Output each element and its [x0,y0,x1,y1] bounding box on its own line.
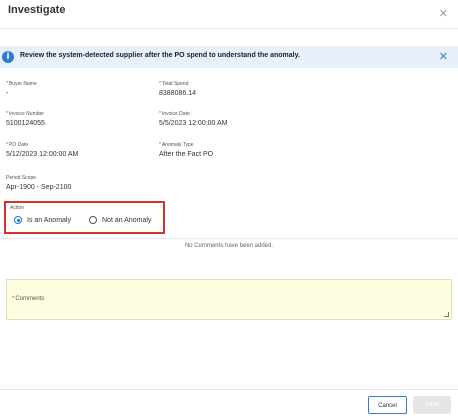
anomaly-type-label: Anomaly Type [161,142,194,148]
comments-textarea[interactable]: *Comments [6,279,452,320]
comments-label: Comments [15,296,45,302]
radio-not-anomaly-label: Not an Anomaly [102,216,152,224]
dialog-footer: Cancel Save [0,389,458,420]
radio-not-anomaly[interactable]: Not an Anomaly [89,216,151,224]
invoice-date-value: 5/5/2023 12:00:00 AM [159,120,228,127]
cancel-button[interactable]: Cancel [368,396,407,414]
required-marker: * [6,81,8,87]
period-scope-field: Period Scope Apr-1900 - Sep-2100 [6,175,71,192]
po-date-label: PO Date [8,142,29,148]
total-spend-label: Total Spend [161,81,189,87]
invoice-date-label: Invoice Date [161,111,190,117]
no-comments-text: No Comments have been added. [184,243,274,249]
radio-is-anomaly-label: Is an Anomaly [27,216,71,224]
dialog-header: Investigate ✕ [0,0,458,29]
period-scope-value: Apr-1900 - Sep-2100 [6,184,72,191]
radio-checked-icon[interactable] [14,216,22,224]
resize-handle-icon[interactable] [444,312,449,317]
invoice-number-value: 5100124055 [6,120,45,127]
save-button[interactable]: Save [413,396,451,414]
po-date-value: 5/12/2023 12:00:00 AM [6,151,79,158]
required-marker: * [6,111,8,117]
required-marker: * [6,142,8,148]
buyer-name-field: *Buyer Name - [6,81,37,98]
invoice-number-field: *Invoice Number 5100124055 [6,111,45,128]
required-marker: * [159,81,161,87]
total-spend-field: *Total Spend 8388086.14 [159,81,196,98]
section-divider [0,238,458,239]
action-label: Action [10,205,24,211]
radio-is-anomaly[interactable]: Is an Anomaly [14,216,71,224]
dialog-title: Investigate [8,4,66,16]
action-radio-group: Action Is an Anomaly Not an Anomaly [4,201,165,234]
invoice-number-label: Invoice Number [8,111,44,117]
info-banner: i Review the system-detected supplier af… [0,46,458,68]
total-spend-value: 8388086.14 [159,90,196,97]
invoice-date-field: *Invoice Date 5/5/2023 12:00:00 AM [159,111,228,128]
anomaly-type-field: *Anomaly Type After the Fact PO [159,142,213,159]
banner-close-icon[interactable]: ✕ [439,52,448,63]
period-scope-label: Period Scope [6,175,37,181]
info-icon: i [2,51,14,63]
banner-message: Review the system-detected supplier afte… [20,52,300,59]
required-marker: * [12,296,15,302]
buyer-name-value: - [6,90,9,97]
required-marker: * [159,142,161,148]
required-marker: * [159,111,161,117]
dialog-close-icon[interactable]: ✕ [439,9,448,20]
radio-unchecked-icon[interactable] [89,216,97,224]
buyer-name-label: Buyer Name [8,81,37,87]
anomaly-type-value: After the Fact PO [159,151,214,158]
po-date-field: *PO Date 5/12/2023 12:00:00 AM [6,142,78,159]
